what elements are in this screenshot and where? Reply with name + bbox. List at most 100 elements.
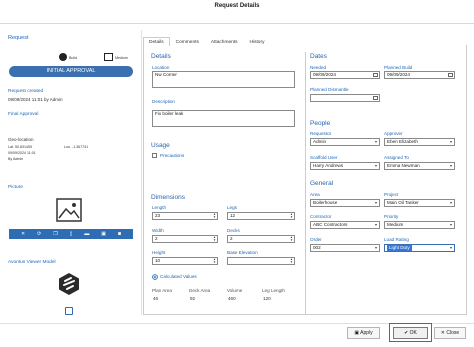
- requestor-label: Requestor: [310, 131, 332, 136]
- close-button-label: Close: [446, 330, 460, 336]
- precautions-checkbox[interactable]: [152, 153, 157, 158]
- height-input[interactable]: 10 ▲ ▼: [152, 257, 218, 265]
- chevron-down-icon[interactable]: ▾: [375, 222, 377, 228]
- width-spin-icon[interactable]: ▲ ▼: [213, 236, 216, 242]
- apply-button[interactable]: ▣ Apply: [347, 327, 380, 339]
- requestor-select[interactable]: Admin ▾: [310, 138, 380, 146]
- latitude-value: Lat. 50.831459: [8, 145, 32, 149]
- folder-icon[interactable]: ▬: [84, 229, 89, 239]
- width-input[interactable]: 2 ▲ ▼: [152, 235, 218, 243]
- location-input[interactable]: Nw Corner: [152, 71, 295, 88]
- project-select[interactable]: Main Oil Tanker ▾: [384, 199, 455, 207]
- planned-dismantle-label: Planned Dismantle: [310, 87, 349, 92]
- priority-label: Priority: [384, 214, 399, 219]
- decks-label: Decks: [227, 228, 240, 233]
- close-icon[interactable]: ✕: [21, 229, 25, 239]
- request-summary-panel: Request Build Medium INITIAL APPROVAL Re…: [0, 24, 140, 324]
- avontus-viewer-logo-icon: [59, 273, 79, 295]
- rotate-icon[interactable]: ⟳: [37, 229, 41, 239]
- calendar-icon[interactable]: [448, 73, 453, 77]
- picture-toolbar: ✕ ⟳ ❐ ▯ ▬ ▣ ◙: [9, 229, 133, 239]
- chevron-down-icon[interactable]: ▾: [450, 245, 452, 251]
- deck-area-label: Deck Area: [189, 288, 211, 293]
- load-rating-selected-value: Light Duty: [387, 245, 412, 251]
- chevron-down-icon[interactable]: ▾: [375, 245, 377, 251]
- window-title: Request Details: [214, 3, 260, 9]
- scaffold-user-select[interactable]: Harry Andrews ▾: [310, 162, 380, 170]
- needed-date-input[interactable]: 09/09/2024: [310, 71, 380, 79]
- column-divider: [305, 52, 306, 314]
- geo-location-label: Geo-location: [8, 137, 34, 142]
- base-elevation-input[interactable]: ▲ ▼: [227, 257, 295, 265]
- planned-dismantle-date-input[interactable]: [310, 94, 380, 102]
- chevron-down-icon[interactable]: ▾: [375, 163, 377, 169]
- volume-label: Volume: [227, 288, 243, 293]
- calendar-icon[interactable]: [373, 73, 378, 77]
- leg-length-value: 120: [263, 296, 271, 301]
- open-viewer-icon[interactable]: [65, 307, 73, 315]
- length-input[interactable]: 23 ▲ ▼: [152, 212, 218, 220]
- decks-input[interactable]: 2 ▲ ▼: [227, 235, 295, 243]
- plan-area-value: 46: [153, 296, 159, 301]
- decks-spin-icon[interactable]: ▲ ▼: [290, 236, 293, 242]
- legs-spin-icon[interactable]: ▲ ▼: [290, 213, 293, 219]
- delete-icon[interactable]: ▯: [70, 229, 73, 239]
- length-spin-icon[interactable]: ▲ ▼: [213, 213, 216, 219]
- geo-by-value: By Admin: [8, 157, 24, 161]
- planned-build-date-input[interactable]: 09/09/2024: [384, 71, 455, 79]
- priority-select[interactable]: Medium ▾: [384, 221, 455, 229]
- ok-button[interactable]: ✔ OK: [393, 327, 428, 339]
- chevron-down-icon[interactable]: ▾: [450, 222, 452, 228]
- build-icon: [59, 53, 67, 61]
- planned-build-label: Planned Build: [384, 65, 413, 70]
- location-label: Location: [152, 65, 170, 70]
- viewer-model-label: Avontus Viewer Model: [8, 260, 56, 265]
- legs-input[interactable]: 12 ▲ ▼: [227, 212, 295, 220]
- height-spin-icon[interactable]: ▲ ▼: [213, 258, 216, 264]
- leg-length-label: Leg Length: [262, 288, 285, 293]
- calculated-values-icon[interactable]: [152, 274, 158, 280]
- order-select[interactable]: 002 ▾: [310, 244, 380, 252]
- chevron-down-icon[interactable]: ▾: [375, 200, 377, 206]
- contractor-label: Contractor: [310, 214, 332, 219]
- request-created-label: Request created: [8, 89, 44, 94]
- build-label: Build: [69, 56, 77, 60]
- project-label: Project: [384, 192, 399, 197]
- save-icon: ▣: [354, 330, 360, 336]
- chevron-down-icon[interactable]: ▾: [450, 139, 452, 145]
- ok-button-label: OK: [409, 330, 417, 336]
- calendar-icon[interactable]: [373, 96, 378, 100]
- apply-button-label: Apply: [360, 330, 373, 336]
- picture-placeholder-icon[interactable]: [56, 198, 82, 222]
- description-label: Description: [152, 99, 175, 104]
- area-select[interactable]: Boilerhouse ▾: [310, 199, 380, 207]
- base-elevation-spin-icon[interactable]: ▲ ▼: [290, 258, 293, 264]
- assigned-to-select[interactable]: Emma Newman ▾: [384, 162, 455, 170]
- general-heading: General: [310, 180, 334, 187]
- request-created-value: 09/09/2024 11:01 by Admin: [8, 97, 63, 102]
- order-label: Order: [310, 237, 322, 242]
- load-rating-select[interactable]: Light Duty ▾: [384, 244, 455, 252]
- dates-heading: Dates: [310, 53, 327, 60]
- chevron-down-icon[interactable]: ▾: [450, 200, 452, 206]
- copy-icon[interactable]: ❐: [53, 229, 57, 239]
- image-icon[interactable]: ▣: [101, 229, 106, 239]
- approver-select[interactable]: Eben Elizabeth ▾: [384, 138, 455, 146]
- area-label: Area: [310, 192, 320, 197]
- close-button[interactable]: ✕ Close: [434, 327, 466, 339]
- legs-label: Legs: [227, 205, 237, 210]
- picture-label: Picture: [8, 185, 23, 190]
- chevron-down-icon[interactable]: ▾: [450, 163, 452, 169]
- chevron-down-icon[interactable]: ▾: [375, 139, 377, 145]
- calculated-values-link[interactable]: Calculated Values: [160, 274, 197, 279]
- precautions-label: Precautions: [160, 153, 185, 158]
- contractor-select[interactable]: ABC Contractors ▾: [310, 221, 380, 229]
- camera-icon[interactable]: ◙: [118, 229, 121, 239]
- medium-label: Medium: [115, 56, 128, 60]
- close-icon: ✕: [440, 330, 445, 336]
- status-bar: INITIAL APPROVAL: [9, 66, 133, 77]
- description-input[interactable]: Fix boiler leak: [152, 110, 295, 127]
- length-label: Length: [152, 205, 167, 210]
- panel-divider: [141, 30, 142, 315]
- width-label: Width: [152, 228, 164, 233]
